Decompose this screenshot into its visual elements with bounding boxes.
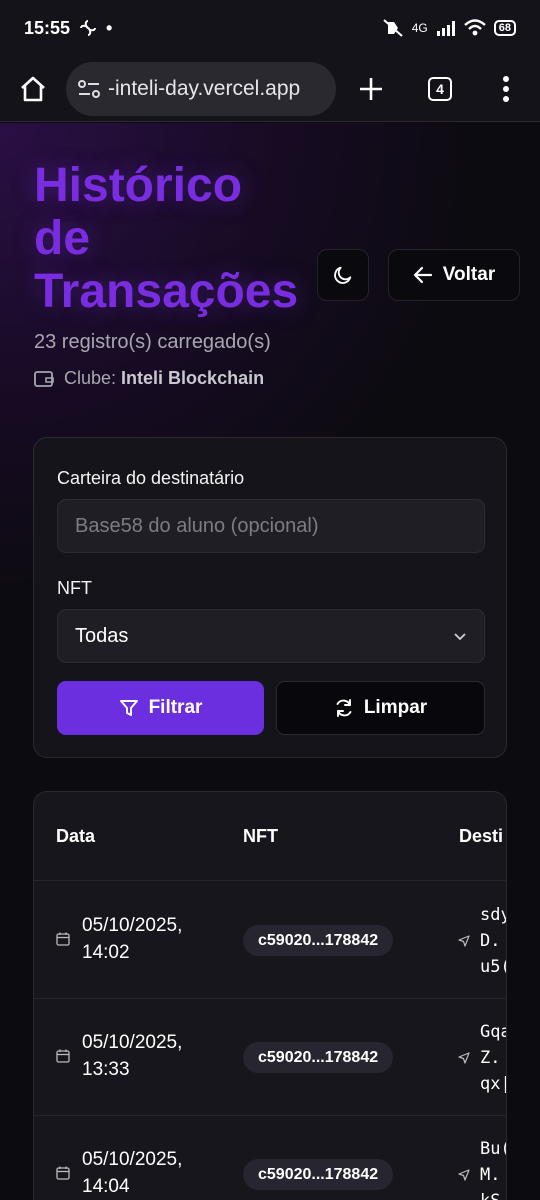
back-button[interactable]: Voltar: [388, 249, 520, 301]
row-date: 05/10/2025,: [82, 1149, 183, 1170]
title-line: de: [34, 212, 91, 265]
filter-button[interactable]: Filtrar: [57, 681, 264, 735]
club-info: Clube: Inteli Blockchain: [34, 368, 264, 389]
moon-icon: [334, 266, 352, 284]
destination-cell: Gqa Z. qx|: [458, 1019, 506, 1097]
row-time: 14:02: [82, 942, 130, 963]
filter-label: Filtrar: [148, 697, 203, 718]
row-destination: Bu( M. kS: [480, 1139, 506, 1200]
back-label: Voltar: [442, 264, 496, 285]
notification-app-icon: [80, 20, 97, 36]
refresh-icon: [336, 699, 352, 717]
row-destination: Gqa Z. qx|: [480, 1022, 506, 1094]
network-type: 4G: [411, 21, 428, 35]
send-icon: [458, 935, 470, 947]
records-count: 23 registro(s) carregado(s): [34, 331, 271, 353]
nft-selected-value: Todas: [75, 624, 129, 647]
nft-badge: c59020...178842: [243, 925, 394, 956]
destination-cell: Bu( M. kS: [458, 1136, 506, 1200]
table-row[interactable]: 05/10/2025, 13:33 c59020...178842 Gqa Z. …: [34, 999, 506, 1116]
row-date: 05/10/2025,: [82, 1032, 183, 1053]
clear-label: Limpar: [363, 697, 428, 718]
plus-icon: [360, 77, 382, 100]
date-cell: 05/10/2025, 14:04: [56, 1146, 202, 1200]
transactions-table: Data NFT Desti 05/10/2025, 14:02 c59020..…: [33, 791, 507, 1200]
wallet-placeholder: Base58 do aluno (opcional): [75, 514, 319, 537]
tab-switcher-button[interactable]: 4: [406, 76, 474, 101]
browser-menu-button[interactable]: [474, 75, 538, 102]
status-time: 15:55: [24, 17, 71, 38]
title-line: Transações: [34, 265, 299, 318]
club-name: Inteli Blockchain: [121, 368, 265, 388]
site-settings-icon: [78, 79, 100, 98]
url-text: -inteli-day.vercel.app: [108, 76, 301, 100]
date-cell: 05/10/2025, 13:33: [56, 1029, 202, 1083]
calendar-icon: [56, 1049, 70, 1063]
filter-card: Carteira do destinatário Base58 do aluno…: [33, 437, 507, 758]
title-line: Histórico: [34, 159, 243, 212]
calendar-icon: [56, 932, 70, 946]
table-row[interactable]: 05/10/2025, 14:02 c59020...178842 sdy D. …: [34, 882, 506, 999]
wifi-icon: [463, 19, 486, 36]
address-bar[interactable]: -inteli-day.vercel.app: [66, 61, 336, 116]
status-bar: 15:55 • 4G 68: [0, 0, 540, 56]
column-header-nft: NFT: [243, 826, 278, 846]
home-icon: [21, 76, 45, 101]
date-cell: 05/10/2025, 14:02: [56, 912, 202, 966]
send-icon: [458, 1169, 470, 1181]
home-button[interactable]: [0, 76, 66, 102]
status-right: 4G 68: [382, 18, 516, 38]
clear-button[interactable]: Limpar: [276, 681, 485, 735]
row-destination: sdy D. u5(: [480, 905, 506, 977]
wallet-input[interactable]: Base58 do aluno (opcional): [57, 499, 485, 553]
battery-level: 68: [493, 20, 516, 36]
mute-icon: [383, 19, 403, 37]
theme-toggle-button[interactable]: [317, 249, 369, 301]
nft-badge: c59020...178842: [243, 1042, 394, 1073]
tab-count: 4: [428, 76, 452, 101]
wallet-icon: [34, 370, 54, 387]
row-time: 13:33: [82, 1059, 130, 1080]
nft-select[interactable]: Todas: [57, 609, 485, 663]
column-header-destination: Desti: [459, 826, 504, 846]
page-title: Histórico de Transações: [34, 159, 324, 318]
send-icon: [458, 1052, 470, 1064]
arrow-left-icon: [413, 266, 432, 284]
more-vertical-icon: [503, 75, 509, 102]
status-left: 15:55 •: [24, 18, 112, 39]
destination-cell: sdy D. u5(: [458, 902, 506, 980]
table-header: Data NFT Desti: [34, 792, 506, 881]
nft-label: NFT: [57, 578, 92, 598]
page-content: Histórico de Transações Voltar 23 regist…: [0, 123, 540, 1200]
table-row[interactable]: 05/10/2025, 14:04 c59020...178842 Bu( M. …: [34, 1116, 506, 1200]
column-header-date: Data: [56, 826, 96, 846]
chevron-down-icon: [454, 633, 466, 641]
row-date: 05/10/2025,: [82, 915, 183, 936]
new-tab-button[interactable]: [336, 77, 406, 101]
signal-icon: [436, 21, 455, 36]
status-dot: •: [106, 17, 113, 38]
calendar-icon: [56, 1166, 70, 1180]
row-time: 14:04: [82, 1176, 130, 1197]
wallet-label: Carteira do destinatário: [57, 468, 245, 488]
nft-badge: c59020...178842: [243, 1159, 394, 1190]
browser-toolbar: -inteli-day.vercel.app 4: [0, 56, 540, 122]
funnel-icon: [119, 700, 138, 716]
club-label: Clube:: [64, 368, 117, 388]
